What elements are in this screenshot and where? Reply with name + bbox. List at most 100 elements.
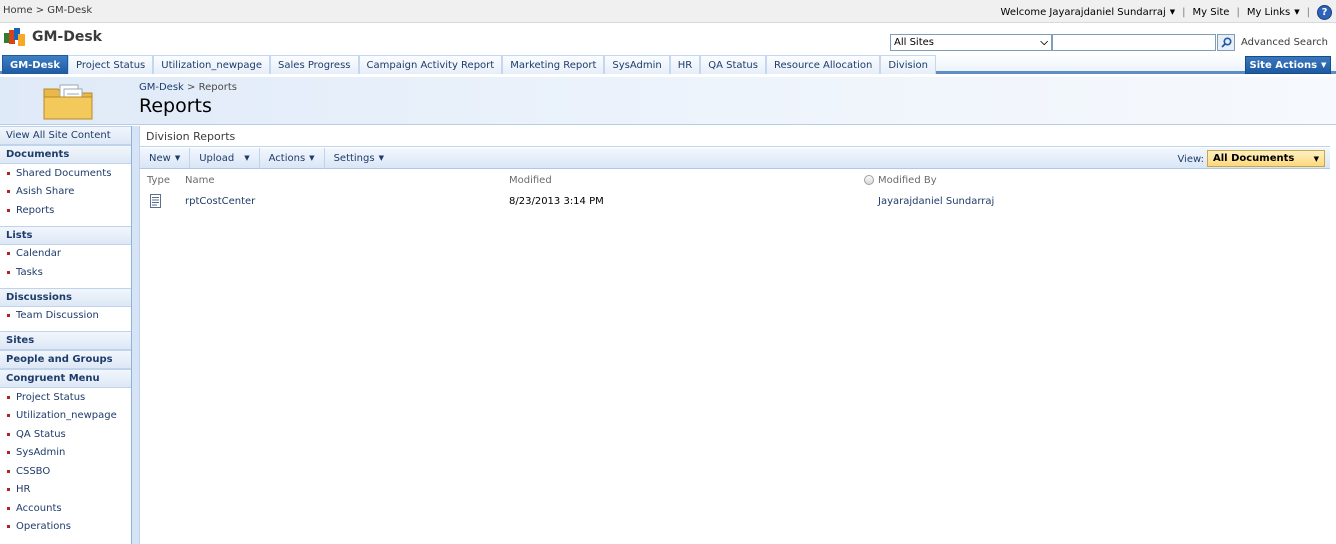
tab-sales-progress[interactable]: Sales Progress: [270, 55, 359, 74]
search-button[interactable]: [1217, 34, 1235, 51]
bullet-icon: [7, 488, 10, 492]
bullet-icon: [7, 469, 10, 473]
quick-launch-heading-discussions[interactable]: Discussions: [0, 287, 131, 307]
tab-division[interactable]: Division: [880, 55, 936, 74]
document-modified-by-link[interactable]: Jayarajdaniel Sundarraj: [878, 196, 994, 207]
dropdown-arrow-icon: ▼: [244, 154, 250, 162]
tab-campaign-activity-report[interactable]: Campaign Activity Report: [358, 55, 503, 74]
column-header-type[interactable]: Type: [147, 175, 170, 186]
quick-launch-item[interactable]: SysAdmin: [0, 444, 131, 463]
quick-launch-item[interactable]: QA Status: [0, 425, 131, 444]
toplinks-separator: |: [1182, 6, 1186, 18]
tab-marketing-report[interactable]: Marketing Report: [502, 55, 605, 74]
presence-icon: [864, 175, 874, 185]
bullet-icon: [7, 252, 10, 256]
dropdown-arrow-icon: ▼: [378, 154, 384, 162]
tab-hr[interactable]: HR: [669, 55, 701, 74]
quick-launch-item-label: HR: [16, 484, 31, 496]
quick-launch-item[interactable]: Operations: [0, 518, 131, 537]
document-name-link[interactable]: rptCostCenter: [185, 196, 255, 207]
bullet-icon: [7, 451, 10, 455]
quick-launch-item[interactable]: Asish Share: [0, 183, 131, 202]
quick-launch-item[interactable]: Shared Documents: [0, 164, 131, 183]
site-actions-menu[interactable]: Site Actions ▼: [1245, 56, 1331, 74]
quick-launch: View All Site Content Documents Shared D…: [0, 126, 132, 544]
toplinks-separator: |: [1236, 6, 1240, 18]
bullet-icon: [7, 414, 10, 418]
tab-gm-desk[interactable]: GM-Desk: [2, 55, 68, 74]
breadcrumb-separator: >: [35, 5, 45, 16]
tab-sysadmin[interactable]: SysAdmin: [604, 55, 670, 74]
search-scope-select[interactable]: All Sites ⌵: [890, 34, 1052, 51]
toplinks-separator: |: [1306, 6, 1310, 18]
new-menu-button[interactable]: New ▼: [140, 147, 191, 169]
my-links-menu[interactable]: My Links ▼: [1247, 7, 1300, 18]
column-header-modified-by[interactable]: Modified By: [878, 175, 937, 186]
breadcrumb-home-link[interactable]: Home: [3, 5, 33, 16]
global-breadcrumb: Home > GM-Desk: [3, 5, 92, 16]
actions-label: Actions: [268, 152, 306, 164]
quick-launch-item-label: QA Status: [16, 428, 66, 440]
search-scope-value: All Sites: [894, 37, 934, 48]
quick-launch-item[interactable]: Team Discussion: [0, 307, 131, 326]
settings-menu-button[interactable]: Settings ▼: [325, 148, 393, 169]
welcome-label: Welcome Jayarajdaniel Sundarraj: [1000, 6, 1166, 18]
quick-launch-item[interactable]: Utilization_newpage: [0, 407, 131, 426]
quick-launch-item[interactable]: Accounts: [0, 499, 131, 518]
view-all-site-content-link[interactable]: View All Site Content: [0, 126, 131, 145]
top-navigation: GM-Desk Project Status Utilization_newpa…: [0, 54, 1336, 74]
tab-utilization-newpage[interactable]: Utilization_newpage: [153, 55, 271, 74]
quick-launch-item[interactable]: Tasks: [0, 263, 131, 282]
quick-launch-item[interactable]: Reports: [0, 201, 131, 220]
search-input[interactable]: [1052, 34, 1216, 51]
dropdown-arrow-icon: ▼: [1313, 154, 1319, 163]
dropdown-arrow-icon: ▼: [309, 154, 315, 162]
bullet-icon: [7, 395, 10, 399]
site-title[interactable]: GM-Desk: [32, 29, 102, 45]
quick-launch-heading-congruent-menu[interactable]: Congruent Menu: [0, 369, 131, 388]
quick-launch-item-label: Utilization_newpage: [16, 410, 117, 422]
tab-resource-allocation[interactable]: Resource Allocation: [765, 55, 881, 74]
column-header-name[interactable]: Name: [185, 175, 215, 186]
quick-launch-item-label: Tasks: [16, 266, 43, 278]
upload-label: Upload: [199, 152, 235, 164]
page-crumb-site-link[interactable]: GM-Desk: [139, 82, 184, 93]
quick-launch-heading-documents[interactable]: Documents: [0, 145, 131, 164]
quick-launch-item-label: Operations: [16, 521, 71, 533]
welcome-menu[interactable]: Welcome Jayarajdaniel Sundarraj ▼: [1001, 7, 1176, 18]
view-label: View:: [1177, 154, 1204, 165]
my-site-link[interactable]: My Site: [1193, 7, 1230, 18]
advanced-search-link[interactable]: Advanced Search: [1241, 37, 1328, 48]
upload-menu-button[interactable]: Upload ▼: [190, 147, 260, 169]
quick-launch-item[interactable]: Calendar: [0, 245, 131, 264]
bullet-icon: [7, 506, 10, 510]
quick-launch-item[interactable]: HR: [0, 481, 131, 500]
bullet-icon: [7, 171, 10, 175]
quick-launch-heading-sites[interactable]: Sites: [0, 331, 131, 350]
quick-launch-heading-lists[interactable]: Lists: [0, 225, 131, 245]
breadcrumb-current-link[interactable]: GM-Desk: [47, 5, 92, 16]
list-column-headers: Type Name Modified Modified By: [140, 171, 1330, 191]
search-icon: [1220, 37, 1232, 48]
bullet-icon: [7, 525, 10, 529]
site-actions-label: Site Actions: [1249, 59, 1318, 71]
top-links: Welcome Jayarajdaniel Sundarraj ▼ | My Si…: [1001, 3, 1332, 21]
quick-launch-heading-people-and-groups[interactable]: People and Groups: [0, 350, 131, 369]
dropdown-arrow-icon: ▼: [1169, 7, 1176, 16]
column-header-modified[interactable]: Modified: [509, 175, 552, 186]
page-crumb-separator: >: [187, 82, 196, 93]
quick-launch-item[interactable]: CSSBO: [0, 462, 131, 481]
actions-menu-button[interactable]: Actions ▼: [260, 147, 325, 169]
tab-project-status[interactable]: Project Status: [68, 55, 154, 74]
site-title-row: GM-Desk All Sites ⌵ Advanced Search: [0, 23, 1336, 54]
quick-launch-item-label: Asish Share: [16, 186, 75, 198]
help-icon[interactable]: ?: [1317, 4, 1332, 20]
document-icon[interactable]: [150, 194, 161, 208]
list-title: Division Reports: [140, 126, 1330, 147]
tab-qa-status[interactable]: QA Status: [700, 55, 766, 74]
view-selector[interactable]: All Documents ▼: [1207, 150, 1325, 167]
my-links-label: My Links: [1246, 6, 1291, 18]
quick-launch-item[interactable]: Project Status: [0, 388, 131, 407]
settings-label: Settings: [333, 152, 375, 164]
chevron-down-icon: ⌵: [1040, 37, 1048, 48]
